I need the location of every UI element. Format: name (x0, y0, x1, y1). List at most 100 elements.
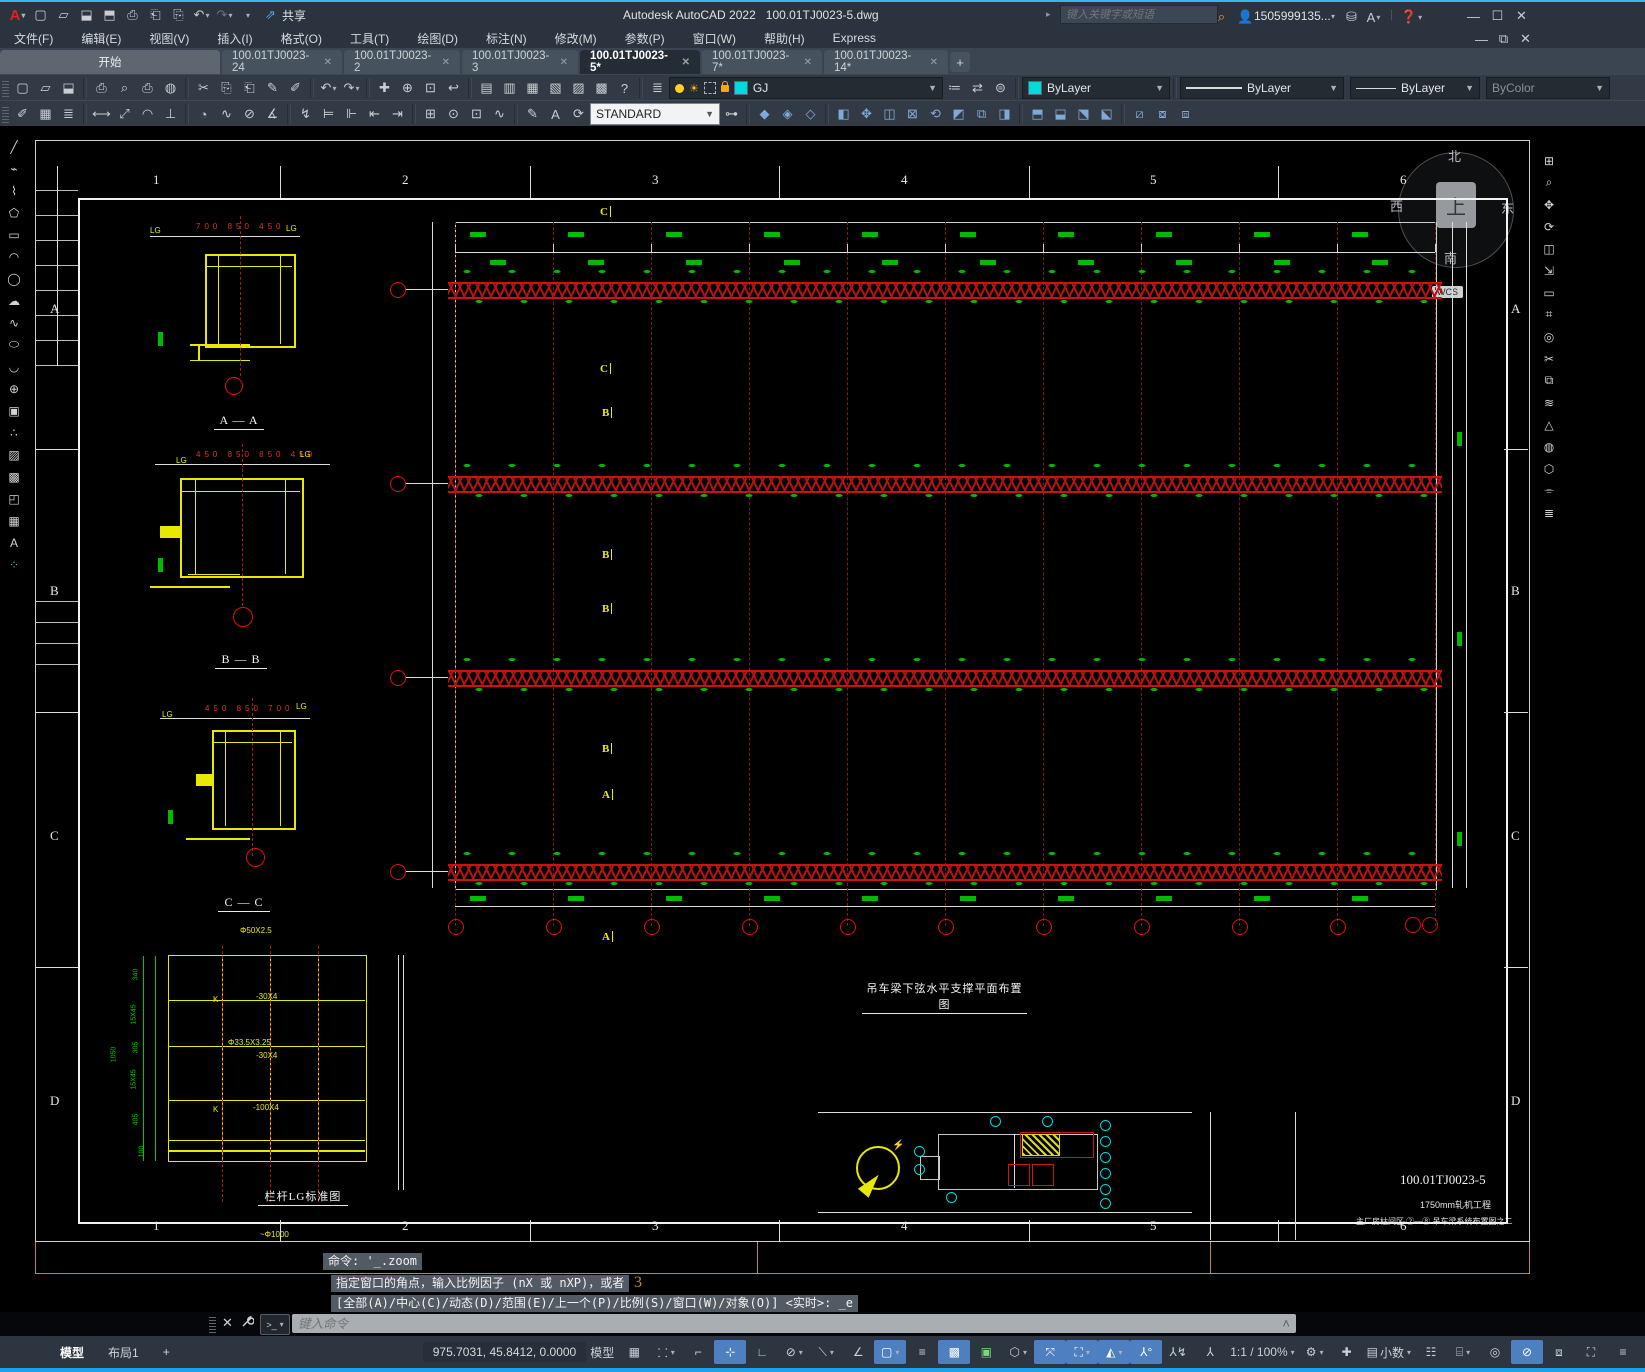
dim-arc-button[interactable]: ◠ (136, 103, 159, 125)
gradient-tool-icon[interactable]: ▩ (2, 466, 26, 487)
units-dropdown[interactable]: ▤ 小数 ▾ (1363, 1340, 1415, 1364)
break-tool-icon[interactable]: ⬡ (1537, 458, 1561, 479)
dim-center-button[interactable]: ⊙ (442, 103, 465, 125)
close-icon[interactable]: ✕ (442, 57, 450, 68)
offset-face-button[interactable]: ◫ (878, 103, 901, 125)
union-button[interactable]: ◆ (753, 103, 776, 125)
designcenter-button[interactable]: ▥ (498, 77, 521, 99)
rotate-face-button[interactable]: ⟲ (924, 103, 947, 125)
undo-button[interactable]: ↶ ▾ (317, 77, 340, 99)
insert-block-tool-icon[interactable]: ⊕ (2, 378, 26, 399)
erase-tool-icon[interactable]: ≣ (1537, 502, 1561, 523)
rectangle-tool-icon[interactable]: ▭ (2, 224, 26, 245)
zoom-previous-button[interactable]: ↩ (442, 77, 465, 99)
layer-properties-button[interactable]: ≣ (646, 77, 669, 99)
doc-restore-button[interactable]: ⧉ (1492, 28, 1515, 50)
close-icon[interactable]: ✕ (324, 57, 332, 68)
fillet-tool-icon[interactable]: ≋ (1537, 392, 1561, 413)
layer-on-icon[interactable] (675, 83, 684, 93)
move-tool-icon[interactable]: ✥ (1537, 194, 1561, 215)
menu-format[interactable]: 格式(O) (267, 30, 336, 47)
dim-edit-button[interactable]: ✐ (11, 103, 34, 125)
menu-window[interactable]: 窗口(W) (679, 30, 750, 47)
menu-help[interactable]: 帮助(H) (750, 30, 819, 47)
infocenter-arrow-icon[interactable]: ▸ (1046, 9, 1051, 20)
gizmo-toggle[interactable]: ◭ ▾ (1098, 1340, 1131, 1364)
dim-jogline-button[interactable]: ∿ (488, 103, 511, 125)
taper-face-button[interactable]: ◩ (947, 103, 970, 125)
dim-quick-button[interactable]: ↯ (294, 103, 317, 125)
menu-express[interactable]: Express (819, 31, 890, 45)
imprint-button[interactable]: ⬔ (1072, 103, 1095, 125)
arc-tool-icon[interactable]: ◠ (2, 246, 26, 267)
quick-properties-toggle[interactable]: ☷ (1415, 1340, 1447, 1364)
circle-tool-icon[interactable]: ◯ (2, 268, 26, 289)
qat-undo-button[interactable]: ↶ ▾ (190, 4, 213, 26)
selection-filter-toggle[interactable]: ⛶ ▾ (1066, 1340, 1099, 1364)
chamfer-tool-icon[interactable]: △ (1537, 414, 1561, 435)
new-tab-button[interactable]: + (950, 52, 970, 72)
qat-open-button[interactable]: ▱ (52, 4, 75, 26)
ellipse-tool-icon[interactable]: ⬭ (2, 334, 26, 355)
sheetset-button[interactable]: ▧ (544, 77, 567, 99)
make-block-tool-icon[interactable]: ▣ (2, 400, 26, 421)
command-prompt-icon[interactable]: >_ ▾ (260, 1314, 290, 1335)
color-edge-button[interactable]: ⬓ (1049, 103, 1072, 125)
subtract-button[interactable]: ◈ (776, 103, 799, 125)
dimstyle-dropdown[interactable]: STANDARD ▼ (590, 103, 720, 125)
lineweight-dropdown[interactable]: ByLayer ▼ (1350, 77, 1480, 99)
infer-constraints-toggle[interactable]: ⌐ (682, 1340, 714, 1364)
properties-button[interactable]: ▤ (475, 77, 498, 99)
save-button[interactable]: ⬓ (57, 77, 80, 99)
dim-text-angle-button[interactable]: A (544, 103, 567, 125)
command-input-bar[interactable]: ˄ (292, 1314, 1296, 1333)
dim-jogged-button[interactable]: ∿ (215, 103, 238, 125)
dimstyle-edit-button[interactable]: ⊶ (720, 103, 743, 125)
preview-button[interactable]: ⌕ (113, 77, 136, 99)
search-icon[interactable]: ⌕ (1210, 6, 1233, 28)
plot-pages-button[interactable]: ⎙ (136, 77, 159, 99)
autocad-logo-icon[interactable]: A ▾ (6, 4, 29, 26)
qat-save-button[interactable]: ⬓ (75, 4, 98, 26)
shell-button[interactable]: ⧇ (1151, 103, 1174, 125)
hatch-tool-icon[interactable]: ▨ (2, 444, 26, 465)
tab-doc-7[interactable]: 100.01TJ0023-7* ✕ (702, 50, 822, 74)
point-style-tool-icon[interactable]: ⁘ (2, 554, 26, 575)
rotate-tool-icon[interactable]: ⟳ (1537, 216, 1561, 237)
polygon-tool-icon[interactable]: ⬠ (2, 202, 26, 223)
selection-cycling-toggle[interactable]: ▣ (970, 1340, 1002, 1364)
chevron-down-icon[interactable]: ▼ (1155, 83, 1164, 93)
matchcell-button[interactable]: ✐ (284, 77, 307, 99)
plot-button[interactable]: ⎙ (90, 77, 113, 99)
menu-parametric[interactable]: 参数(P) (611, 30, 679, 47)
scale-tool-icon[interactable]: ▭ (1537, 282, 1561, 303)
annotation-scale-value[interactable]: 1:1 / 100% ▾ (1226, 1340, 1298, 1364)
viewport-tool-icon[interactable]: ⊞ (1537, 150, 1561, 171)
stretch-tool-icon[interactable]: ⇲ (1537, 260, 1561, 281)
matchprop-button[interactable]: ✎ (261, 77, 284, 99)
linetype-dropdown[interactable]: ByLayer ▼ (1180, 77, 1344, 99)
join-tool-icon[interactable]: ⌯ (1537, 480, 1561, 501)
chevron-down-icon[interactable]: ▼ (1329, 83, 1338, 93)
dim-aligned-button[interactable]: ⤢ (113, 103, 136, 125)
snap-mode-toggle[interactable]: ⸬ ▾ (650, 1340, 682, 1364)
table-tool-icon[interactable]: ▦ (2, 510, 26, 531)
layer-translate-button[interactable]: ≣ (57, 103, 80, 125)
isolate-objects-button[interactable]: ◎ (1479, 1340, 1511, 1364)
drawing-canvas[interactable]: ╱ ⌁ ⌇ ⬠ ▭ ◠ ◯ ☁ ∿ ⬭ ◡ ⊕ ▣ ∴ ▨ ▩ ◰ ▦ A ⁘ … (0, 126, 1645, 1312)
grid-toggle[interactable]: ▦ (618, 1340, 650, 1364)
dim-continue-button[interactable]: ⊩ (340, 103, 363, 125)
dynamic-input-toggle[interactable]: ⊹ (714, 1340, 747, 1364)
layer-vpfreeze-icon[interactable] (703, 82, 716, 94)
transparency-toggle[interactable]: ▩ (938, 1340, 971, 1364)
dim-linear-button[interactable]: ⟷ (90, 103, 113, 125)
command-input[interactable] (292, 1316, 1283, 1331)
cmdline-wrench-icon[interactable] (240, 1315, 255, 1332)
markup-button[interactable]: ▨ (567, 77, 590, 99)
cmdline-close-icon[interactable]: ✕ (222, 1315, 233, 1331)
dim-space-button[interactable]: ⇤ (363, 103, 386, 125)
qat-print-button[interactable]: ⎘ (167, 4, 190, 26)
dim-baseline-button[interactable]: ⊨ (317, 103, 340, 125)
annotation-monitor-toggle[interactable]: ✚ (1331, 1340, 1363, 1364)
publish-button[interactable]: ◍ (159, 77, 182, 99)
